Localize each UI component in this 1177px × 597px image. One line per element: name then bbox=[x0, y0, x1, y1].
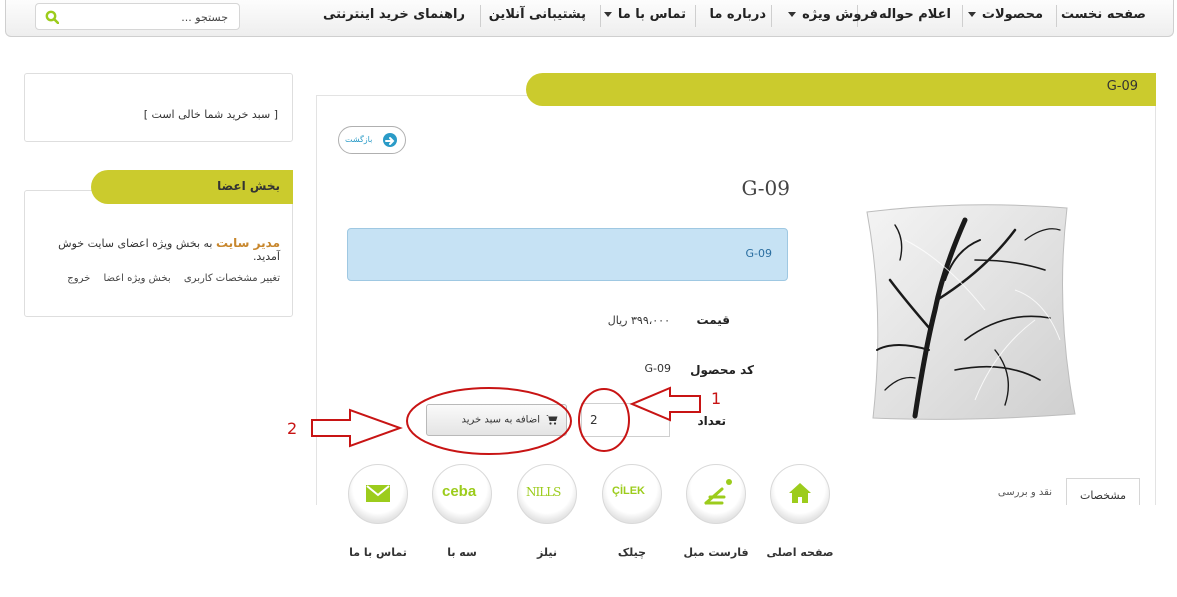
cilek-logo-icon: ÇİLEK bbox=[612, 485, 645, 497]
nav-divider bbox=[771, 5, 772, 27]
chevron-down-icon bbox=[603, 12, 612, 17]
cart-icon bbox=[546, 415, 558, 425]
nav-divider bbox=[480, 5, 481, 27]
ceba-logo-icon: ceba bbox=[442, 483, 477, 500]
quantity-label: تعداد bbox=[697, 414, 726, 428]
add-to-cart-button[interactable]: اضافه به سبد خرید bbox=[426, 404, 567, 436]
forest-logo-icon bbox=[704, 479, 732, 505]
members-title: بخش اعضا bbox=[217, 179, 280, 193]
tab-specifications[interactable]: مشخصات bbox=[1066, 478, 1140, 508]
cilek-label[interactable]: چیلک bbox=[592, 546, 672, 559]
product-description-box: G-09 bbox=[347, 228, 788, 281]
annotation-number-2: 2 bbox=[287, 419, 298, 438]
forest-circle-button[interactable] bbox=[686, 464, 746, 524]
nills-label[interactable]: نیلز bbox=[507, 546, 587, 559]
back-button[interactable]: بازگشت bbox=[338, 126, 406, 154]
cilek-circle-button[interactable]: ÇİLEK bbox=[602, 464, 662, 524]
nav-transfer-notice[interactable]: اعلام حواله bbox=[879, 0, 951, 30]
add-to-cart-label: اضافه به سبد خرید bbox=[461, 414, 558, 426]
ceba-circle-button[interactable]: ceba bbox=[432, 464, 492, 524]
nav-special-sale[interactable]: فروش ویژه bbox=[788, 0, 878, 30]
nav-divider bbox=[1056, 5, 1057, 27]
forest-label[interactable]: فارست مبل bbox=[676, 546, 756, 559]
home-circle-button[interactable] bbox=[770, 464, 830, 524]
nav-products[interactable]: محصولات bbox=[967, 0, 1043, 30]
product-description: G-09 bbox=[745, 247, 773, 260]
home-label[interactable]: صفحه اصلی bbox=[760, 546, 840, 559]
admin-name-link[interactable]: مدیر سایت bbox=[216, 236, 280, 250]
ribbon-title: G-09 bbox=[1106, 79, 1138, 94]
price-value: ۳۹۹،۰۰۰ ریال bbox=[607, 314, 670, 327]
product-code-label: کد محصول bbox=[690, 363, 754, 377]
nav-contact[interactable]: تماس با ما bbox=[603, 0, 686, 30]
home-icon bbox=[789, 483, 811, 503]
back-button-label: بازگشت bbox=[345, 135, 373, 144]
chevron-down-icon bbox=[788, 12, 797, 17]
contact-label[interactable]: تماس با ما bbox=[338, 546, 418, 559]
nills-circle-button[interactable]: NILLS bbox=[517, 464, 577, 524]
nav-divider bbox=[695, 5, 696, 27]
quantity-input[interactable]: 2 bbox=[581, 403, 670, 437]
nav-online-support[interactable]: پشتیبانی آنلاین bbox=[489, 0, 586, 30]
search-box bbox=[35, 3, 240, 30]
members-area-link[interactable]: بخش ویژه اعضا bbox=[103, 273, 170, 284]
welcome-message: مدیر سایت به بخش ویژه اعضای سایت خوش آمد… bbox=[30, 236, 280, 263]
quantity-value: 2 bbox=[590, 413, 598, 427]
footer-area bbox=[0, 505, 1177, 597]
product-image[interactable] bbox=[845, 200, 1085, 425]
title-ribbon bbox=[526, 73, 1156, 106]
logout-link[interactable]: خروج bbox=[67, 273, 90, 284]
ceba-label[interactable]: سه با bbox=[422, 546, 502, 559]
contact-circle-button[interactable] bbox=[348, 464, 408, 524]
chevron-down-icon bbox=[967, 12, 976, 17]
annotation-number-1: 1 bbox=[711, 389, 722, 408]
tab-review[interactable]: نقد و بررسی bbox=[990, 487, 1052, 498]
nav-about[interactable]: درباره ما bbox=[709, 0, 766, 30]
nav-divider bbox=[962, 5, 963, 27]
nav-home[interactable]: صفحه نخست bbox=[1061, 0, 1146, 30]
search-input[interactable] bbox=[76, 6, 230, 29]
product-code-value: G-09 bbox=[644, 362, 672, 375]
cart-box: [ سبد خرید شما خالی است ] bbox=[24, 73, 293, 142]
mail-icon bbox=[366, 485, 390, 502]
nav-divider bbox=[600, 5, 601, 27]
cart-empty-text: [ سبد خرید شما خالی است ] bbox=[143, 108, 278, 121]
member-links: تغییر مشخصات کاربری بخش ویژه اعضا خروج bbox=[30, 273, 280, 284]
price-label: قیمت bbox=[696, 313, 730, 327]
product-title: G-09 bbox=[741, 176, 790, 200]
edit-profile-link[interactable]: تغییر مشخصات کاربری bbox=[184, 273, 280, 284]
nav-shopping-guide[interactable]: راهنمای خرید اینترنتی bbox=[323, 0, 465, 30]
search-icon[interactable] bbox=[45, 10, 59, 24]
nills-logo-icon: NILLS bbox=[526, 485, 561, 499]
arrow-right-icon bbox=[383, 133, 397, 147]
